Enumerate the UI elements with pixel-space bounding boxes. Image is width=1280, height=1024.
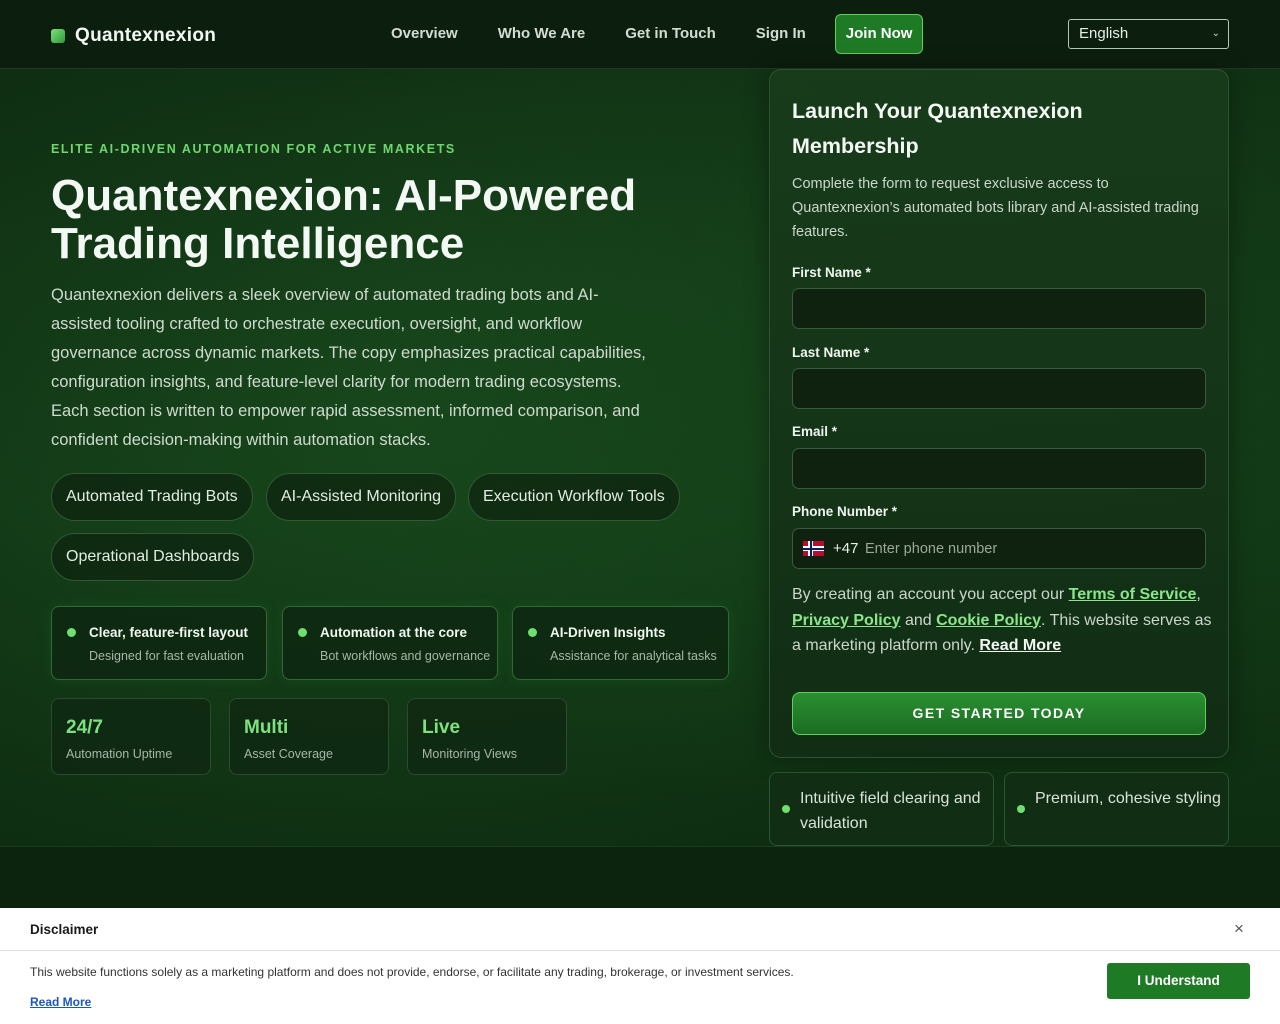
hero-title: Quantexnexion: AI-Powered Trading Intell… [51,171,637,268]
chevron-down-icon: ⌄ [1211,28,1220,39]
norway-flag-icon[interactable] [803,541,824,556]
bullet-dot-icon [782,805,790,813]
stat-value: 24/7 [66,717,103,738]
stat-value: Multi [244,717,289,738]
feature-title: Automation at the core [320,625,468,640]
terms-link[interactable]: Terms of Service [1069,586,1197,603]
disclaimer-read-more-link[interactable]: Read More [30,995,91,1009]
brand-name: Quantexnexion [75,25,217,46]
chip-ai-assisted-monitoring[interactable]: AI-Assisted Monitoring [266,473,457,521]
phone-field: +47 [792,528,1206,569]
feature-subtitle: Designed for fast evaluation [89,649,244,663]
nav-who-we-are[interactable]: Who We Are [498,14,586,54]
hero-description: Quantexnexion delivers a sleek overview … [51,286,646,449]
logo-icon [51,29,65,43]
feature-title: AI-Driven Insights [550,625,666,640]
main-nav: Overview Who We Are Get in Touch Sign In… [391,14,924,54]
perk-text: Intuitive field clearing and validation [800,790,981,832]
form-description: Complete the form to request exclusive a… [792,176,1199,240]
bullet-dot-icon [1017,805,1025,813]
phone-input[interactable] [865,537,1195,561]
feature-title: Clear, feature-first layout [89,625,249,640]
first-name-field[interactable] [792,288,1206,329]
consent-comma: , [1196,586,1201,603]
stat-label: Asset Coverage [244,747,333,761]
disclaimer-text: This website functions solely as a marke… [30,965,794,979]
i-understand-button[interactable]: I Understand [1107,963,1250,999]
feature-card: Clear, feature-first layout Designed for… [51,606,267,680]
stat-card: Multi Asset Coverage [229,698,389,775]
disclaimer-header: Disclaimer × [0,908,1280,951]
first-name-label: First Name * [792,265,871,280]
stat-value: Live [422,717,461,738]
stat-label: Monitoring Views [422,747,517,761]
perk-text: Premium, cohesive styling [1035,790,1221,807]
phone-country-code[interactable]: +47 [833,540,858,557]
nav-get-in-touch[interactable]: Get in Touch [625,14,716,54]
stat-label: Automation Uptime [66,747,173,761]
form-title: Launch Your Quantexnexion Membership [792,99,1083,158]
email-field[interactable] [792,448,1206,489]
consent-text: By creating an account you accept our Te… [792,582,1212,659]
signup-form-card: Launch Your Quantexnexion Membership Com… [769,69,1229,758]
get-started-button[interactable]: GET STARTED TODAY [792,692,1206,735]
stat-card: 24/7 Automation Uptime [51,698,211,775]
nav-sign-in[interactable]: Sign In [756,14,806,54]
nav-overview[interactable]: Overview [391,14,458,54]
feature-subtitle: Assistance for analytical tasks [550,649,717,663]
feature-card: Automation at the core Bot workflows and… [282,606,498,680]
join-now-button[interactable]: Join Now [834,14,924,54]
chip-operational-dashboards[interactable]: Operational Dashboards [51,533,255,581]
chip-automated-trading-bots[interactable]: Automated Trading Bots [51,473,253,521]
disclaimer-banner: Disclaimer × This website functions sole… [0,908,1280,1024]
stat-card: Live Monitoring Views [407,698,567,775]
perk-card: Premium, cohesive styling [1004,772,1229,846]
feature-subtitle: Bot workflows and governance [320,649,491,663]
feature-card: AI-Driven Insights Assistance for analyt… [512,606,729,680]
email-label: Email * [792,424,838,439]
close-icon[interactable]: × [1234,919,1244,939]
language-select[interactable]: English ⌄ [1068,19,1229,49]
bullet-dot-icon [528,628,537,637]
read-more-link[interactable]: Read More [979,637,1061,654]
perk-card: Intuitive field clearing and validation [769,772,994,846]
site-header: Quantexnexion Overview Who We Are Get in… [0,0,1280,69]
language-value: English [1079,25,1129,42]
cookie-link[interactable]: Cookie Policy [936,612,1041,629]
consent-prefix: By creating an account you accept our [792,586,1069,603]
hero-eyebrow: ELITE AI-DRIVEN AUTOMATION FOR ACTIVE MA… [51,142,456,156]
last-name-label: Last Name * [792,345,870,360]
section-divider [0,846,1280,908]
brand-logo[interactable]: Quantexnexion [51,25,216,47]
disclaimer-title: Disclaimer [30,922,99,937]
bullet-dot-icon [67,628,76,637]
consent-and: and [900,611,937,629]
phone-label: Phone Number * [792,504,898,519]
chip-execution-workflow-tools[interactable]: Execution Workflow Tools [468,473,680,521]
privacy-link[interactable]: Privacy Policy [792,612,901,629]
bullet-dot-icon [298,628,307,637]
last-name-field[interactable] [792,368,1206,409]
